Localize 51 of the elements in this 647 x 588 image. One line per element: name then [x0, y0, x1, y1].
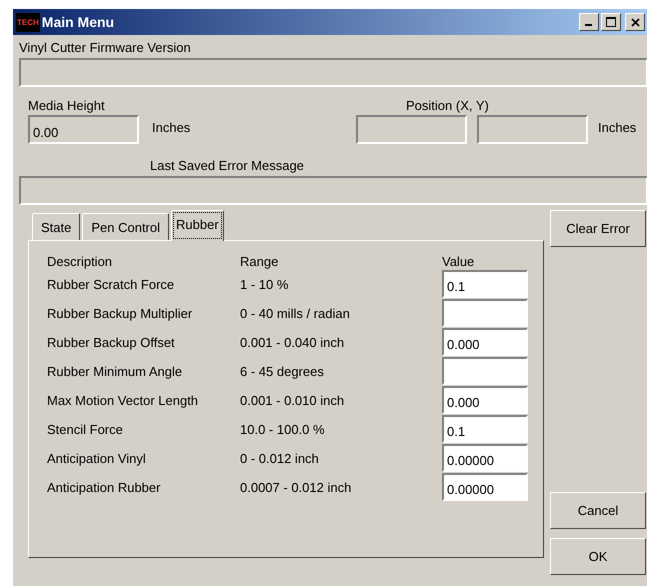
tab[interactable]: Pen Control [82, 213, 170, 240]
description-text: Rubber Minimum Angle [47, 364, 184, 378]
tab[interactable]: State [32, 213, 80, 240]
maximize-button[interactable] [601, 13, 621, 31]
unit-label: Inches [598, 119, 636, 135]
value-field[interactable] [442, 357, 528, 385]
window-title: Main Menu [42, 14, 116, 30]
unit-label: Inches [151, 119, 190, 135]
tab[interactable]: Rubber [171, 210, 224, 241]
close-icon [630, 18, 640, 26]
range-text: 10.0 - 100.0 % [240, 422, 326, 436]
range-text: 0 - 40 mills / radian [240, 306, 351, 320]
cancel-button[interactable]: Cancel [550, 492, 646, 529]
range-text: 1 - 10 % [240, 276, 290, 292]
description-text: Max Motion Vector Length [47, 392, 200, 408]
ok-button[interactable]: OK [550, 538, 646, 575]
clear-error-button[interactable]: Clear Error [550, 210, 646, 247]
description-text: Anticipation Vinyl [47, 450, 147, 466]
firmware-label: Vinyl Cutter Firmware Version [19, 40, 192, 55]
value-field[interactable]: 0.000 [442, 386, 528, 414]
media-height-field[interactable]: 0.00 [28, 115, 139, 144]
description-text: Stencil Force [47, 422, 124, 436]
value-field[interactable] [442, 299, 528, 327]
range-text: 0.001 - 0.040 inch [240, 334, 346, 350]
position-y-field[interactable] [477, 115, 588, 144]
range-text: 6 - 45 degrees [240, 364, 325, 378]
range-text: 0.0007 - 0.012 inch [240, 480, 352, 494]
position-x-field[interactable] [356, 115, 467, 144]
column-header: Description [47, 254, 114, 269]
description-text: Rubber Scratch Force [47, 276, 176, 292]
description-text: Rubber Backup Offset [47, 334, 176, 350]
value-field[interactable]: 0.1 [442, 415, 528, 443]
description-text: Rubber Backup Multiplier [47, 306, 194, 320]
maximize-icon [606, 17, 616, 27]
error-message-field[interactable] [19, 176, 647, 205]
firmware-field[interactable] [19, 58, 647, 87]
range-text: 0.001 - 0.010 inch [240, 392, 346, 408]
value-field[interactable]: 0.00000 [442, 444, 528, 472]
value-field[interactable]: 0.1 [442, 270, 528, 298]
value-field[interactable]: 0.000 [442, 328, 528, 356]
description-text: Anticipation Rubber [47, 480, 162, 494]
position-label: Position (X, Y) [406, 98, 490, 113]
app-logo: TECH [16, 12, 40, 32]
range-text: 0 - 0.012 inch [240, 450, 320, 466]
column-header: Value [442, 254, 476, 269]
media-height-label: Media Height [28, 98, 106, 113]
error-message-label: Last Saved Error Message [150, 158, 305, 173]
minimize-button[interactable] [579, 13, 599, 31]
close-button[interactable] [625, 13, 645, 31]
column-header: Range [240, 254, 280, 269]
value-field[interactable]: 0.00000 [442, 473, 528, 501]
